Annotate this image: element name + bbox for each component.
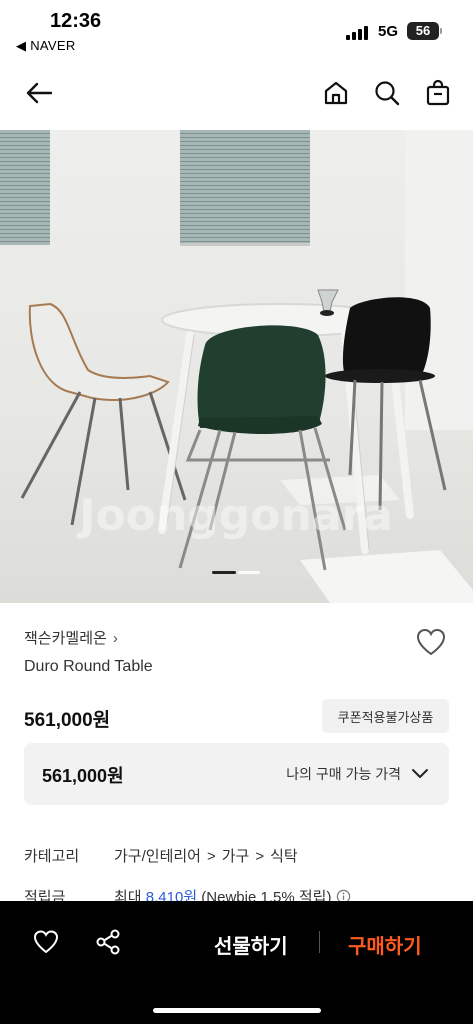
home-icon — [324, 81, 348, 105]
category-level-1[interactable]: 가구/인테리어 — [114, 848, 201, 865]
heart-icon — [416, 628, 446, 656]
gift-button[interactable]: 선물하기 — [214, 930, 288, 959]
category-level-2[interactable]: 가구 — [222, 848, 250, 865]
seller-link[interactable]: 잭슨카멜레온 › — [24, 627, 118, 648]
slide-dot — [238, 571, 260, 574]
seller-name: 잭슨카멜레온 — [24, 630, 107, 647]
cart-button[interactable] — [421, 76, 455, 110]
coupon-badge: 쿠폰적용불가상품 — [322, 699, 449, 733]
share-button[interactable] — [94, 928, 122, 956]
status-time: 12:36 — [50, 10, 102, 32]
my-price: 561,000원 — [42, 766, 124, 786]
battery-icon: 56 — [407, 22, 442, 40]
buy-button[interactable]: 구매하기 — [348, 930, 422, 959]
my-price-toggle[interactable]: 나의 구매 가능 가격 — [286, 764, 429, 784]
network-label: 5G — [378, 23, 399, 40]
product-name: Duro Round Table — [24, 658, 153, 675]
breadcrumb-separator: > — [206, 848, 216, 865]
share-icon — [96, 929, 120, 955]
home-button[interactable] — [319, 76, 353, 110]
back-to-naver-link[interactable]: ◀ NAVER — [16, 38, 76, 54]
my-price-box[interactable]: 561,000원 나의 구매 가능 가격 — [24, 743, 449, 805]
watermark-text: Joonggonara — [76, 490, 393, 541]
category-level-3[interactable]: 식탁 — [270, 848, 298, 865]
product-image-carousel[interactable]: Joonggonara — [0, 130, 473, 603]
signal-icon — [346, 24, 370, 40]
arrow-left-icon — [26, 82, 53, 104]
search-icon — [375, 81, 400, 106]
search-button[interactable] — [370, 76, 404, 110]
my-price-label: 나의 구매 가능 가격 — [286, 766, 401, 782]
product-price: 561,000원 — [24, 710, 111, 731]
back-button[interactable] — [22, 76, 56, 110]
chevron-down-icon — [412, 769, 428, 778]
status-bar: 12:36 ◀ NAVER 5G 56 — [0, 0, 473, 58]
product-photo: Joonggonara — [0, 130, 473, 603]
shopping-bag-icon — [426, 79, 450, 106]
home-indicator — [153, 1008, 321, 1013]
divider — [319, 931, 320, 953]
chevron-right-icon: › — [112, 630, 118, 647]
wishlist-bottom-button[interactable] — [32, 928, 60, 956]
category-breadcrumb: 가구/인테리어 > 가구 > 식탁 — [114, 845, 298, 866]
wishlist-button[interactable] — [414, 626, 448, 660]
category-label: 카테고리 — [24, 848, 80, 865]
top-nav — [0, 66, 473, 122]
heart-icon — [33, 930, 59, 954]
slide-dot-active — [212, 571, 236, 574]
bottom-action-bar: 선물하기 구매하기 — [0, 901, 473, 1024]
breadcrumb-separator: > — [255, 848, 265, 865]
